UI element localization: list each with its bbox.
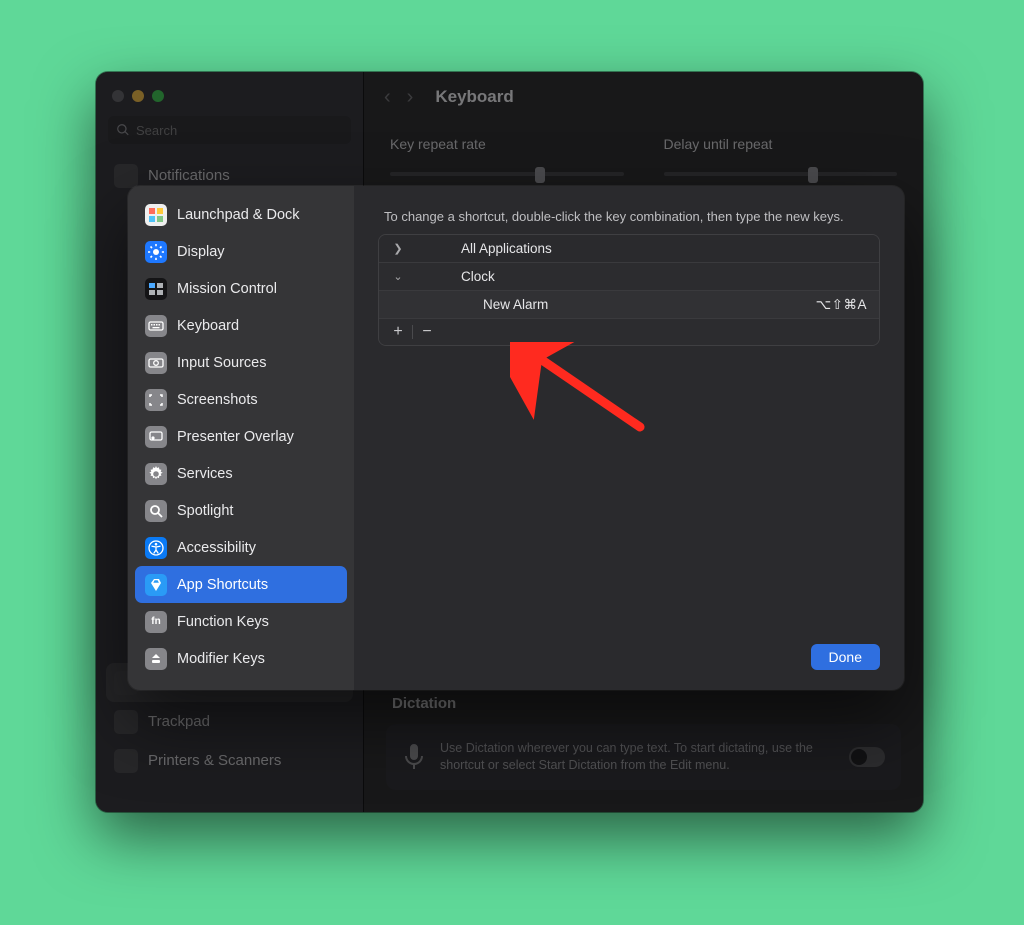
row-all-applications[interactable]: ❯ All Applications	[379, 235, 879, 263]
shortcut-table-footer: + −	[379, 319, 879, 345]
category-app-shortcuts[interactable]: App Shortcuts	[135, 566, 347, 603]
accessibility-icon	[145, 537, 167, 559]
category-label: Accessibility	[177, 540, 256, 556]
category-label: Screenshots	[177, 392, 258, 408]
shortcut-category-list: Launchpad & Dock Display Mission Control…	[128, 186, 354, 690]
done-button[interactable]: Done	[811, 644, 880, 670]
row-clock[interactable]: ⌄ Clock	[379, 263, 879, 291]
chevron-right-icon: ❯	[391, 242, 405, 255]
category-display[interactable]: Display	[135, 233, 347, 270]
app-shortcuts-icon	[145, 574, 167, 596]
shortcut-instructions: To change a shortcut, double-click the k…	[378, 208, 880, 234]
category-launchpad-dock[interactable]: Launchpad & Dock	[135, 196, 347, 233]
launchpad-icon	[145, 204, 167, 226]
category-label: Keyboard	[177, 318, 239, 334]
magnifier-icon	[145, 500, 167, 522]
category-label: Input Sources	[177, 355, 266, 371]
shortcut-key-combo[interactable]: ⌥⇧⌘A	[816, 297, 867, 313]
shortcut-editor-pane: To change a shortcut, double-click the k…	[354, 186, 904, 690]
category-input-sources[interactable]: Input Sources	[135, 344, 347, 381]
input-sources-icon	[145, 352, 167, 374]
category-label: Function Keys	[177, 614, 269, 630]
keyboard-shortcuts-sheet: Launchpad & Dock Display Mission Control…	[128, 186, 904, 690]
keyboard-icon	[145, 315, 167, 337]
gear-icon	[145, 463, 167, 485]
modifier-keys-icon	[145, 648, 167, 670]
remove-shortcut-button[interactable]: −	[417, 322, 437, 342]
category-keyboard[interactable]: Keyboard	[135, 307, 347, 344]
category-label: Mission Control	[177, 281, 277, 297]
fn-key-icon: fn	[145, 611, 167, 633]
category-presenter-overlay[interactable]: Presenter Overlay	[135, 418, 347, 455]
category-label: App Shortcuts	[177, 577, 268, 593]
category-screenshots[interactable]: Screenshots	[135, 381, 347, 418]
category-modifier-keys[interactable]: Modifier Keys	[135, 640, 347, 677]
chevron-down-icon: ⌄	[391, 270, 405, 283]
category-label: Spotlight	[177, 503, 233, 519]
category-mission-control[interactable]: Mission Control	[135, 270, 347, 307]
category-label: Launchpad & Dock	[177, 207, 300, 223]
category-label: Display	[177, 244, 225, 260]
category-accessibility[interactable]: Accessibility	[135, 529, 347, 566]
category-label: Presenter Overlay	[177, 429, 294, 445]
row-new-alarm[interactable]: New Alarm ⌥⇧⌘A	[379, 291, 879, 319]
mission-control-icon	[145, 278, 167, 300]
brightness-icon	[145, 241, 167, 263]
shortcut-table: ❯ All Applications ⌄ Clock New Alarm ⌥⇧⌘…	[378, 234, 880, 346]
presenter-icon	[145, 426, 167, 448]
add-shortcut-button[interactable]: +	[388, 322, 408, 342]
screenshots-icon	[145, 389, 167, 411]
category-function-keys[interactable]: fn Function Keys	[135, 603, 347, 640]
category-spotlight[interactable]: Spotlight	[135, 492, 347, 529]
category-label: Modifier Keys	[177, 651, 265, 667]
category-services[interactable]: Services	[135, 455, 347, 492]
category-label: Services	[177, 466, 233, 482]
shortcut-name: New Alarm	[483, 297, 816, 312]
